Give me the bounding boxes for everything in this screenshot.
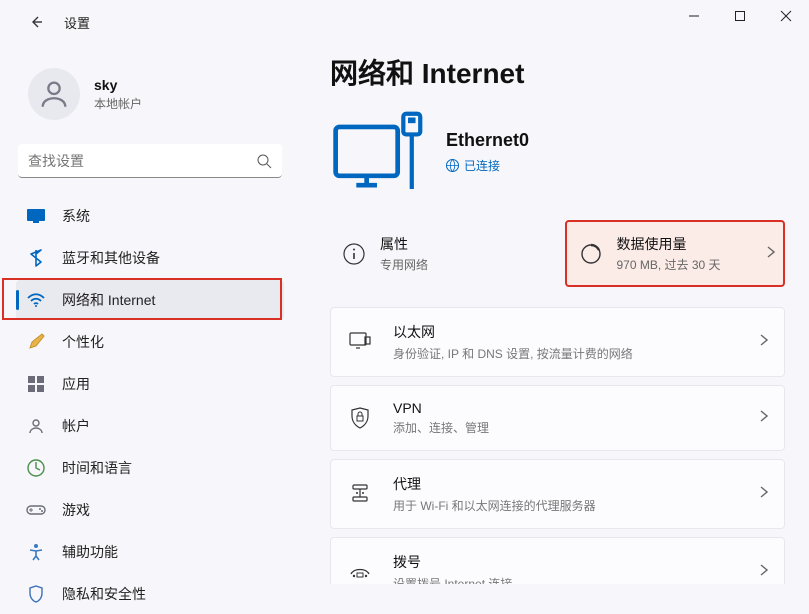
- card-title: 属性: [380, 234, 539, 254]
- item-title: 代理: [393, 474, 760, 494]
- bluetooth-icon: [26, 248, 46, 268]
- card-sub: 970 MB, 过去 30 天: [617, 256, 768, 273]
- ethernet-item[interactable]: 以太网 身份验证, IP 和 DNS 设置, 按流量计费的网络: [330, 307, 785, 377]
- search-box[interactable]: [18, 144, 282, 178]
- sidebar-item-gaming[interactable]: 游戏: [16, 490, 284, 530]
- close-icon: [780, 10, 792, 22]
- sidebar-item-accounts[interactable]: 帐户: [16, 406, 284, 446]
- sidebar-item-system[interactable]: 系统: [16, 196, 284, 236]
- lock-shield-icon: [350, 407, 370, 429]
- sidebar-item-network[interactable]: 网络和 Internet: [16, 280, 284, 320]
- item-title: VPN: [393, 400, 760, 416]
- globe-icon: [446, 159, 459, 172]
- page-title: 网络和 Internet: [330, 52, 785, 92]
- sidebar-item-label: 系统: [62, 206, 90, 226]
- proxy-icon: [350, 483, 370, 505]
- sidebar-item-label: 蓝牙和其他设备: [62, 248, 160, 268]
- sidebar-item-bluetooth[interactable]: 蓝牙和其他设备: [16, 238, 284, 278]
- app-title: 设置: [64, 13, 90, 32]
- chevron-right-icon: [760, 409, 768, 427]
- sidebar-item-label: 游戏: [62, 500, 90, 520]
- item-sub: 设置拨号 Internet 连接: [393, 575, 760, 584]
- sidebar-item-label: 帐户: [62, 416, 90, 436]
- chevron-right-icon: [767, 245, 775, 263]
- maximize-button[interactable]: [717, 0, 763, 32]
- user-sub: 本地帐户: [94, 95, 142, 112]
- sidebar-item-time-language[interactable]: 时间和语言: [16, 448, 284, 488]
- accessibility-icon: [26, 542, 46, 562]
- search-icon: [256, 153, 272, 169]
- apps-icon: [26, 374, 46, 394]
- summary-cards: 属性 专用网络 数据使用量 970 MB, 过去 30 天: [330, 220, 785, 287]
- gamepad-icon: [26, 500, 46, 520]
- item-sub: 用于 Wi-Fi 和以太网连接的代理服务器: [393, 497, 760, 514]
- dialup-icon: [349, 564, 371, 580]
- sidebar-item-apps[interactable]: 应用: [16, 364, 284, 404]
- minimize-icon: [688, 10, 700, 22]
- proxy-item[interactable]: 代理 用于 Wi-Fi 和以太网连接的代理服务器: [330, 459, 785, 529]
- search-input[interactable]: [28, 153, 256, 169]
- info-icon: [343, 243, 365, 265]
- close-button[interactable]: [763, 0, 809, 32]
- sidebar-item-label: 网络和 Internet: [62, 290, 155, 310]
- item-title: 以太网: [393, 322, 760, 342]
- dialup-item[interactable]: 拨号 设置拨号 Internet 连接: [330, 537, 785, 584]
- network-status: 已连接: [446, 157, 529, 174]
- accounts-icon: [26, 416, 46, 436]
- globe-clock-icon: [26, 458, 46, 478]
- nav-list: 系统 蓝牙和其他设备 网络和 Internet 个性化 应用 帐户: [16, 196, 284, 614]
- user-name: sky: [94, 77, 142, 93]
- avatar: [28, 68, 80, 120]
- sidebar-item-label: 时间和语言: [62, 458, 132, 478]
- back-arrow-icon: [28, 14, 44, 30]
- sidebar-item-privacy[interactable]: 隐私和安全性: [16, 574, 284, 614]
- main-content: 网络和 Internet Ethernet0 已连接: [300, 52, 809, 584]
- vpn-item[interactable]: VPN 添加、连接、管理: [330, 385, 785, 451]
- sidebar-item-label: 隐私和安全性: [62, 584, 146, 604]
- ethernet-icon: [349, 332, 371, 352]
- sidebar: sky 本地帐户 系统 蓝牙和其他设备 网络和 Internet: [0, 52, 300, 584]
- monitor-ethernet-icon: [330, 110, 424, 204]
- properties-card[interactable]: 属性 专用网络: [330, 220, 547, 287]
- item-sub: 身份验证, IP 和 DNS 设置, 按流量计费的网络: [393, 345, 760, 362]
- data-usage-card[interactable]: 数据使用量 970 MB, 过去 30 天: [565, 220, 786, 287]
- person-icon: [37, 77, 71, 111]
- network-status-block: Ethernet0 已连接: [330, 110, 785, 204]
- chevron-right-icon: [760, 485, 768, 503]
- sidebar-item-accessibility[interactable]: 辅助功能: [16, 532, 284, 572]
- item-title: 拨号: [393, 552, 760, 572]
- card-title: 数据使用量: [617, 234, 768, 254]
- chevron-right-icon: [760, 333, 768, 351]
- brush-icon: [26, 332, 46, 352]
- maximize-icon: [734, 10, 746, 22]
- sidebar-item-personalization[interactable]: 个性化: [16, 322, 284, 362]
- window-controls: [671, 0, 809, 32]
- user-block[interactable]: sky 本地帐户: [16, 52, 284, 140]
- item-sub: 添加、连接、管理: [393, 419, 760, 436]
- sidebar-item-label: 个性化: [62, 332, 104, 352]
- data-usage-icon: [580, 243, 602, 265]
- minimize-button[interactable]: [671, 0, 717, 32]
- card-sub: 专用网络: [380, 256, 539, 273]
- sidebar-item-label: 应用: [62, 374, 90, 394]
- sidebar-item-label: 辅助功能: [62, 542, 118, 562]
- back-button[interactable]: [20, 6, 52, 38]
- wifi-icon: [26, 290, 46, 310]
- titlebar: 设置: [0, 0, 809, 44]
- network-name: Ethernet0: [446, 130, 529, 151]
- shield-icon: [26, 584, 46, 604]
- system-icon: [26, 206, 46, 226]
- chevron-right-icon: [760, 563, 768, 581]
